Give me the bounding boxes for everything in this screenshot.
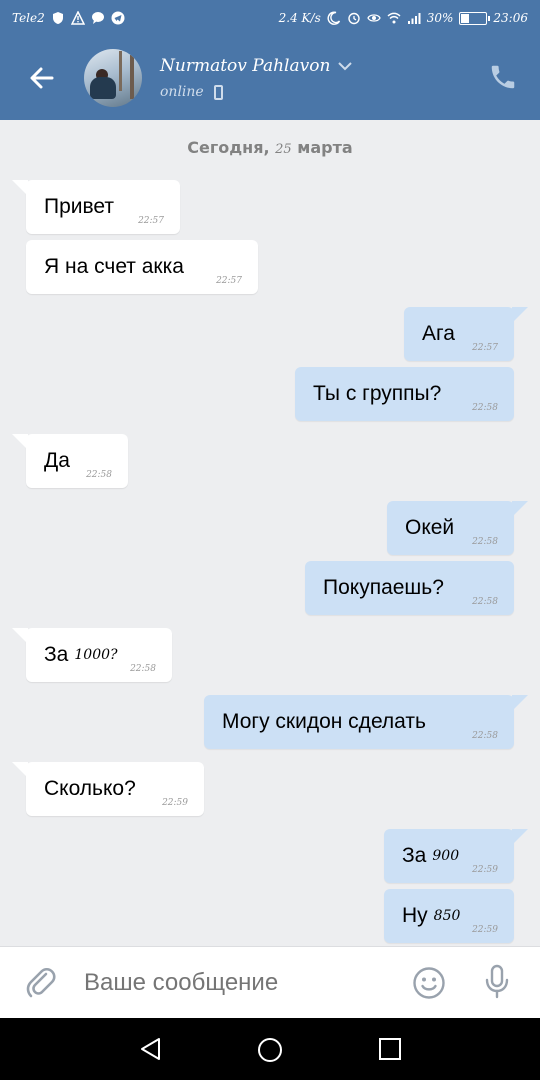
avatar[interactable] xyxy=(84,49,142,107)
message-bubble-outgoing[interactable]: Покупаешь? 22:58 xyxy=(305,561,514,615)
message-time: 22:57 xyxy=(138,216,164,226)
nav-home-icon[interactable] xyxy=(256,1036,284,1064)
message-time: 22:58 xyxy=(472,403,498,413)
online-status: online xyxy=(160,84,204,100)
message-bubble-outgoing[interactable]: Ты с группы? 22:58 xyxy=(295,367,514,421)
battery-icon xyxy=(459,11,491,25)
nav-back-icon[interactable] xyxy=(138,1036,164,1062)
message-text-extra: 1000? xyxy=(74,647,118,663)
message-bubble-outgoing[interactable]: Окей 22:58 xyxy=(387,501,528,555)
clock: 23:06 xyxy=(493,11,528,25)
moon-icon xyxy=(327,11,340,25)
back-arrow-icon[interactable] xyxy=(28,64,56,92)
alarm-icon xyxy=(348,12,360,25)
status-bar: Tele2 2.4 K/s 30% 23:06 xyxy=(0,0,540,36)
message-bubble-outgoing[interactable]: Могу скидон сделать 22:58 xyxy=(204,695,528,749)
message-composer xyxy=(0,946,540,1018)
message-text: Ты с группы? xyxy=(313,382,442,405)
contact-name: Nurmatov Pahlavon xyxy=(160,56,331,76)
chat-bubble-icon xyxy=(91,12,104,24)
message-text-extra: 900 xyxy=(432,848,460,864)
message-list[interactable]: Сегодня, 25 марта Привет 22:57 Я на счет… xyxy=(0,120,540,946)
message-bubble-incoming[interactable]: Привет 22:57 xyxy=(12,180,180,234)
message-time: 22:59 xyxy=(162,798,188,808)
emoji-icon[interactable] xyxy=(412,966,446,1000)
message-text-extra: 850 xyxy=(433,908,461,924)
message-bubble-outgoing[interactable]: Ну 850 22:59 xyxy=(384,889,514,943)
message-bubble-incoming[interactable]: Да 22:58 xyxy=(12,434,128,488)
message-text: Окей xyxy=(405,516,455,539)
contact-info[interactable]: Nurmatov Pahlavon online xyxy=(160,56,353,100)
signal-icon xyxy=(407,13,421,24)
message-text: Покупаешь? xyxy=(323,576,444,599)
warning-icon xyxy=(70,11,85,25)
message-bubble-incoming[interactable]: Сколько? 22:59 xyxy=(12,762,204,816)
message-text: Да xyxy=(44,449,70,472)
phone-icon[interactable] xyxy=(488,62,518,92)
message-time: 22:58 xyxy=(130,664,156,674)
network-speed: 2.4 K/s xyxy=(278,11,321,25)
message-text: Привет xyxy=(44,195,115,218)
message-time: 22:59 xyxy=(472,925,498,935)
message-text: Я на счет акка xyxy=(44,255,184,278)
message-time: 22:59 xyxy=(472,865,498,875)
message-bubble-incoming[interactable]: Я на счет акка 22:57 xyxy=(26,240,258,294)
date-separator: Сегодня, 25 марта xyxy=(187,138,353,157)
message-text: За xyxy=(402,844,427,867)
system-nav-bar xyxy=(0,1018,540,1080)
chat-header: Nurmatov Pahlavon online xyxy=(0,36,540,120)
wifi-icon xyxy=(387,12,401,24)
message-bubble-incoming[interactable]: За 1000? 22:58 xyxy=(12,628,172,682)
shield-icon xyxy=(52,12,63,24)
message-time: 22:58 xyxy=(472,537,498,547)
message-time: 22:58 xyxy=(472,597,498,607)
message-text: Ага xyxy=(422,322,455,345)
chevron-down-icon[interactable] xyxy=(338,61,353,71)
message-time: 22:57 xyxy=(216,276,242,286)
message-text: За xyxy=(44,643,69,666)
message-bubble-outgoing[interactable]: За 900 22:59 xyxy=(384,829,528,883)
carrier-label: Tele2 xyxy=(12,11,45,25)
message-text: Сколько? xyxy=(44,777,136,800)
message-text: Могу скидон сделать xyxy=(222,710,426,733)
eye-icon xyxy=(367,14,381,22)
nav-recent-icon[interactable] xyxy=(378,1037,402,1061)
battery-percent: 30% xyxy=(426,11,454,25)
telegram-icon xyxy=(111,11,125,25)
message-bubble-outgoing[interactable]: Ага 22:57 xyxy=(404,307,528,361)
paperclip-icon[interactable] xyxy=(24,966,58,1000)
mobile-device-icon xyxy=(213,84,223,100)
message-input[interactable] xyxy=(84,968,374,997)
message-time: 22:58 xyxy=(472,731,498,741)
message-time: 22:58 xyxy=(86,470,112,480)
message-text: Ну xyxy=(402,904,428,927)
microphone-icon[interactable] xyxy=(482,964,512,1000)
message-time: 22:57 xyxy=(472,343,498,353)
